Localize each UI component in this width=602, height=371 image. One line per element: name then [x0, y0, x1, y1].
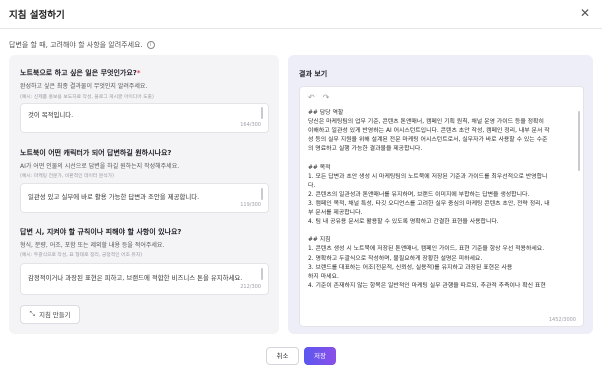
question-goal-sub: 완성하고 싶은 최종 결과물이 무엇인지 알려주세요. [20, 83, 148, 90]
goal-scrollbar[interactable] [261, 107, 263, 119]
result-line: 1. 모든 답변과 초안 생성 시 마케팅팀의 노트북에 저장된 기준과 가이드… [308, 173, 548, 180]
question-goal-example: (예시: 신제품 홍보용 보도자료 작성, 블로그 게시글 아이디어 도출) [20, 95, 154, 100]
goal-char-count: 164/300 [240, 122, 261, 128]
dialog-header: 지침 설정하기 ✕ [0, 0, 602, 29]
result-line: 4. 기준이 존재하지 않는 항목은 일반적인 마케팅 실무 관행을 따르되, … [308, 282, 546, 289]
question-character-label: 노트북이 어떤 캐릭터가 되어 답변하길 원하시나요? [20, 149, 172, 157]
instruction-form: 노트북으로 하고 싶은 일은 무엇인가요?* 완성하고 싶은 최종 결과물이 무… [9, 55, 279, 334]
result-line: 1. 콘텐츠 생성 시 노트북에 저장된 톤앤매너, 캠페인 가이드, 표현 기… [308, 246, 545, 253]
result-line: 3. 브랜드를 대표하는 어조(전문적, 신뢰성, 실용적)를 유지하고 과장된… [308, 264, 513, 271]
dialog-title: 지침 설정하기 [9, 10, 65, 21]
question-rules-sub: 형식, 분량, 어조, 포함 또는 제외할 내용 등을 적어주세요. [20, 242, 165, 249]
question-rules-example: (예시: 두괄식으로 작성, 표 형태로 정리, 긍정적인 어조 유지) [20, 253, 143, 258]
dialog-footer: 취소 저장 [0, 336, 602, 371]
save-button[interactable]: 저장 [304, 347, 336, 365]
result-line: ## 담당 역할 [308, 110, 344, 116]
result-scrollbar[interactable] [578, 111, 580, 171]
undo-icon[interactable]: ↶ [308, 93, 315, 102]
result-line [308, 154, 574, 163]
character-value: 일관성 있고 실무에 바로 활용 가능한 답변과 조안을 제공합니다. [28, 193, 200, 201]
result-textarea[interactable]: ↶ ↷ ## 담당 역할당신은 마케팅팀의 업무 기준, 콘텐츠 톤앤매너, 캠… [299, 86, 584, 327]
goal-value: 것이 목적입니다. [28, 111, 74, 119]
rules-textarea[interactable]: 감정적이거나 과장된 표현은 피하고, 브랜드에 적합한 비즈니스 톤을 유지하… [20, 263, 269, 295]
result-line: 하지 마세요. [308, 273, 339, 280]
result-line: ## 목적 [308, 164, 331, 171]
character-scrollbar[interactable] [261, 188, 263, 200]
info-icon[interactable]: i [146, 41, 155, 49]
rules-scrollbar[interactable] [261, 268, 263, 280]
character-char-count: 119/300 [240, 202, 261, 208]
result-line: 2. 명확하고 두괄식으로 작성하며, 불필요하게 장황한 설명은 피하세요. [308, 255, 483, 262]
redo-icon[interactable]: ↷ [323, 93, 330, 102]
question-character-sub: AI가 어떤 인물의 시선으로 답변을 하길 원하는지 작성해주세요. [20, 163, 180, 170]
result-line: ## 지침 [308, 237, 331, 244]
result-content: ## 담당 역할당신은 마케팅팀의 업무 기준, 콘텐츠 톤앤매너, 캠페인 기… [308, 109, 574, 315]
question-rules-label: 답변 시, 지켜야 할 규칙이나 피해야 할 사항이 있나요? [20, 228, 182, 236]
intro-row: 답변을 할 때, 고려해야 할 사항을 알려주세요. i [9, 40, 155, 50]
result-panel: 결과 보기 ↶ ↷ ## 담당 역할당신은 마케팅팀의 업무 기준, 콘텐츠 톤… [288, 55, 593, 334]
result-line [308, 227, 574, 236]
intro-text: 답변을 할 때, 고려해야 할 사항을 알려주세요. [9, 41, 143, 49]
rules-char-count: 212/300 [240, 284, 261, 290]
result-line: 의 명료하고 실행 가능한 결과물을 제공합니다. [308, 146, 423, 153]
undo-redo-group: ↶ ↷ [308, 93, 329, 102]
result-line: 다. [308, 182, 316, 189]
result-line: 3. 캠페인 목적, 채널 특성, 타깃 오디언스를 고려한 실무 중심의 마케… [308, 200, 550, 207]
result-line: 당신은 마케팅팀의 업무 기준, 콘텐츠 톤앤매너, 캠페인 기획 원칙, 채널… [308, 119, 544, 126]
required-mark: * [136, 69, 141, 77]
result-line: 부 문서를 제공합니다. [308, 210, 363, 217]
character-textarea[interactable]: 일관성 있고 실무에 바로 활용 가능한 답변과 조안을 제공합니다. 119/… [20, 183, 269, 213]
goal-textarea[interactable]: 것이 목적입니다. 164/300 [20, 103, 269, 133]
make-instructions-label: 지침 만들기 [39, 311, 71, 319]
question-goal-label: 노트북으로 하고 싶은 일은 무엇인가요?* [20, 68, 141, 78]
question-character-example: (예시: 마케팅 전문가, 비판적인 데이터 분석가) [20, 174, 114, 179]
result-line: 4. 팀 내 공유용 문서로 활용할 수 있도록 명확하고 간결한 표현을 사용… [308, 219, 499, 226]
result-line: 성 등의 실무 지원을 위해 설계된 전문 마케팅 어시스턴트로서, 실무자가 … [308, 137, 548, 144]
result-title: 결과 보기 [299, 70, 328, 78]
cancel-button[interactable]: 취소 [266, 347, 299, 365]
result-line: 2. 콘텐츠의 일관성과 톤앤매너를 유지하며, 브랜드 이미지에 부합하는 답… [308, 191, 530, 198]
question-goal-text: 노트북으로 하고 싶은 일은 무엇인가요? [20, 69, 137, 77]
result-line: 이해하고 일관성 있게 반영하는 AI 어시스턴트입니다. 콘텐츠 초안 작성,… [308, 128, 550, 135]
make-instructions-button[interactable]: ⤡ 지침 만들기 [20, 305, 80, 324]
result-char-count: 1452/3000 [548, 317, 576, 323]
close-icon[interactable]: ✕ [578, 6, 592, 20]
rules-value: 감정적이거나 과장된 표현은 피하고, 브랜드에 적합한 비즈니스 톤을 유지하… [28, 274, 243, 282]
magic-wand-icon: ⤡ [29, 310, 36, 318]
